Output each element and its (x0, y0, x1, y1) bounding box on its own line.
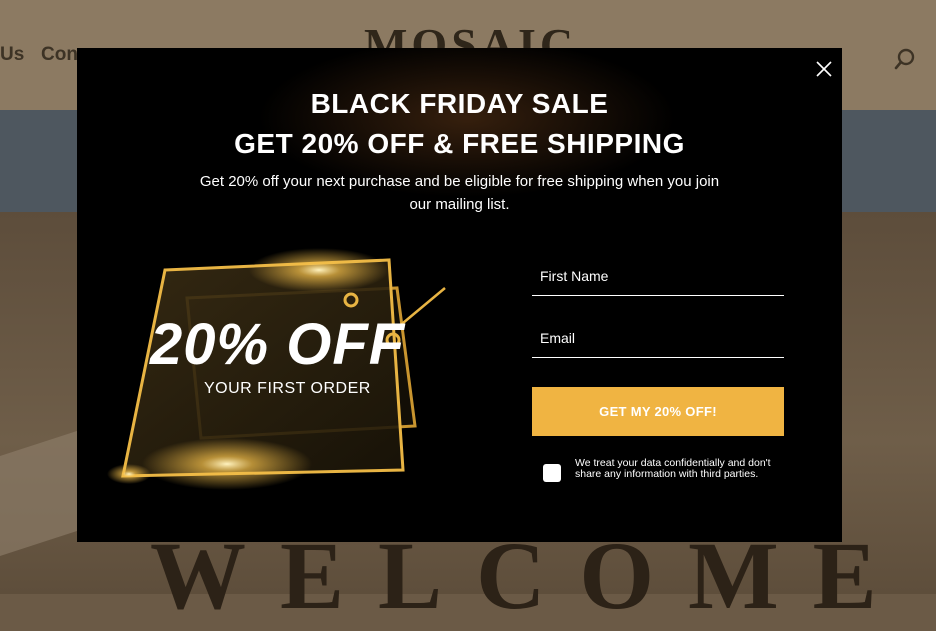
first-name-input[interactable] (532, 256, 784, 296)
promo-discount-text: 20% OFF (150, 312, 406, 377)
promo-caption: YOUR FIRST ORDER (204, 380, 371, 397)
nav-item-contact[interactable]: Con (41, 44, 78, 66)
popup-subheadline: GET 20% OFF & FREE SHIPPING (234, 128, 685, 159)
newsletter-popup: BLACK FRIDAY SALE GET 20% OFF & FREE SHI… (77, 48, 842, 542)
consent-checkbox[interactable] (543, 464, 561, 482)
get-discount-button[interactable]: GET MY 20% OFF! (532, 387, 784, 436)
popup-headline: BLACK FRIDAY SALE (310, 88, 609, 119)
consent-label: We treat your data confidentially and do… (575, 457, 771, 480)
search-icon[interactable] (894, 48, 916, 70)
popup-description: Get 20% off your next purchase and be el… (199, 173, 720, 213)
email-input[interactable] (532, 318, 784, 358)
close-icon[interactable] (813, 58, 835, 80)
nav-item-about-us[interactable]: Us (0, 44, 24, 66)
